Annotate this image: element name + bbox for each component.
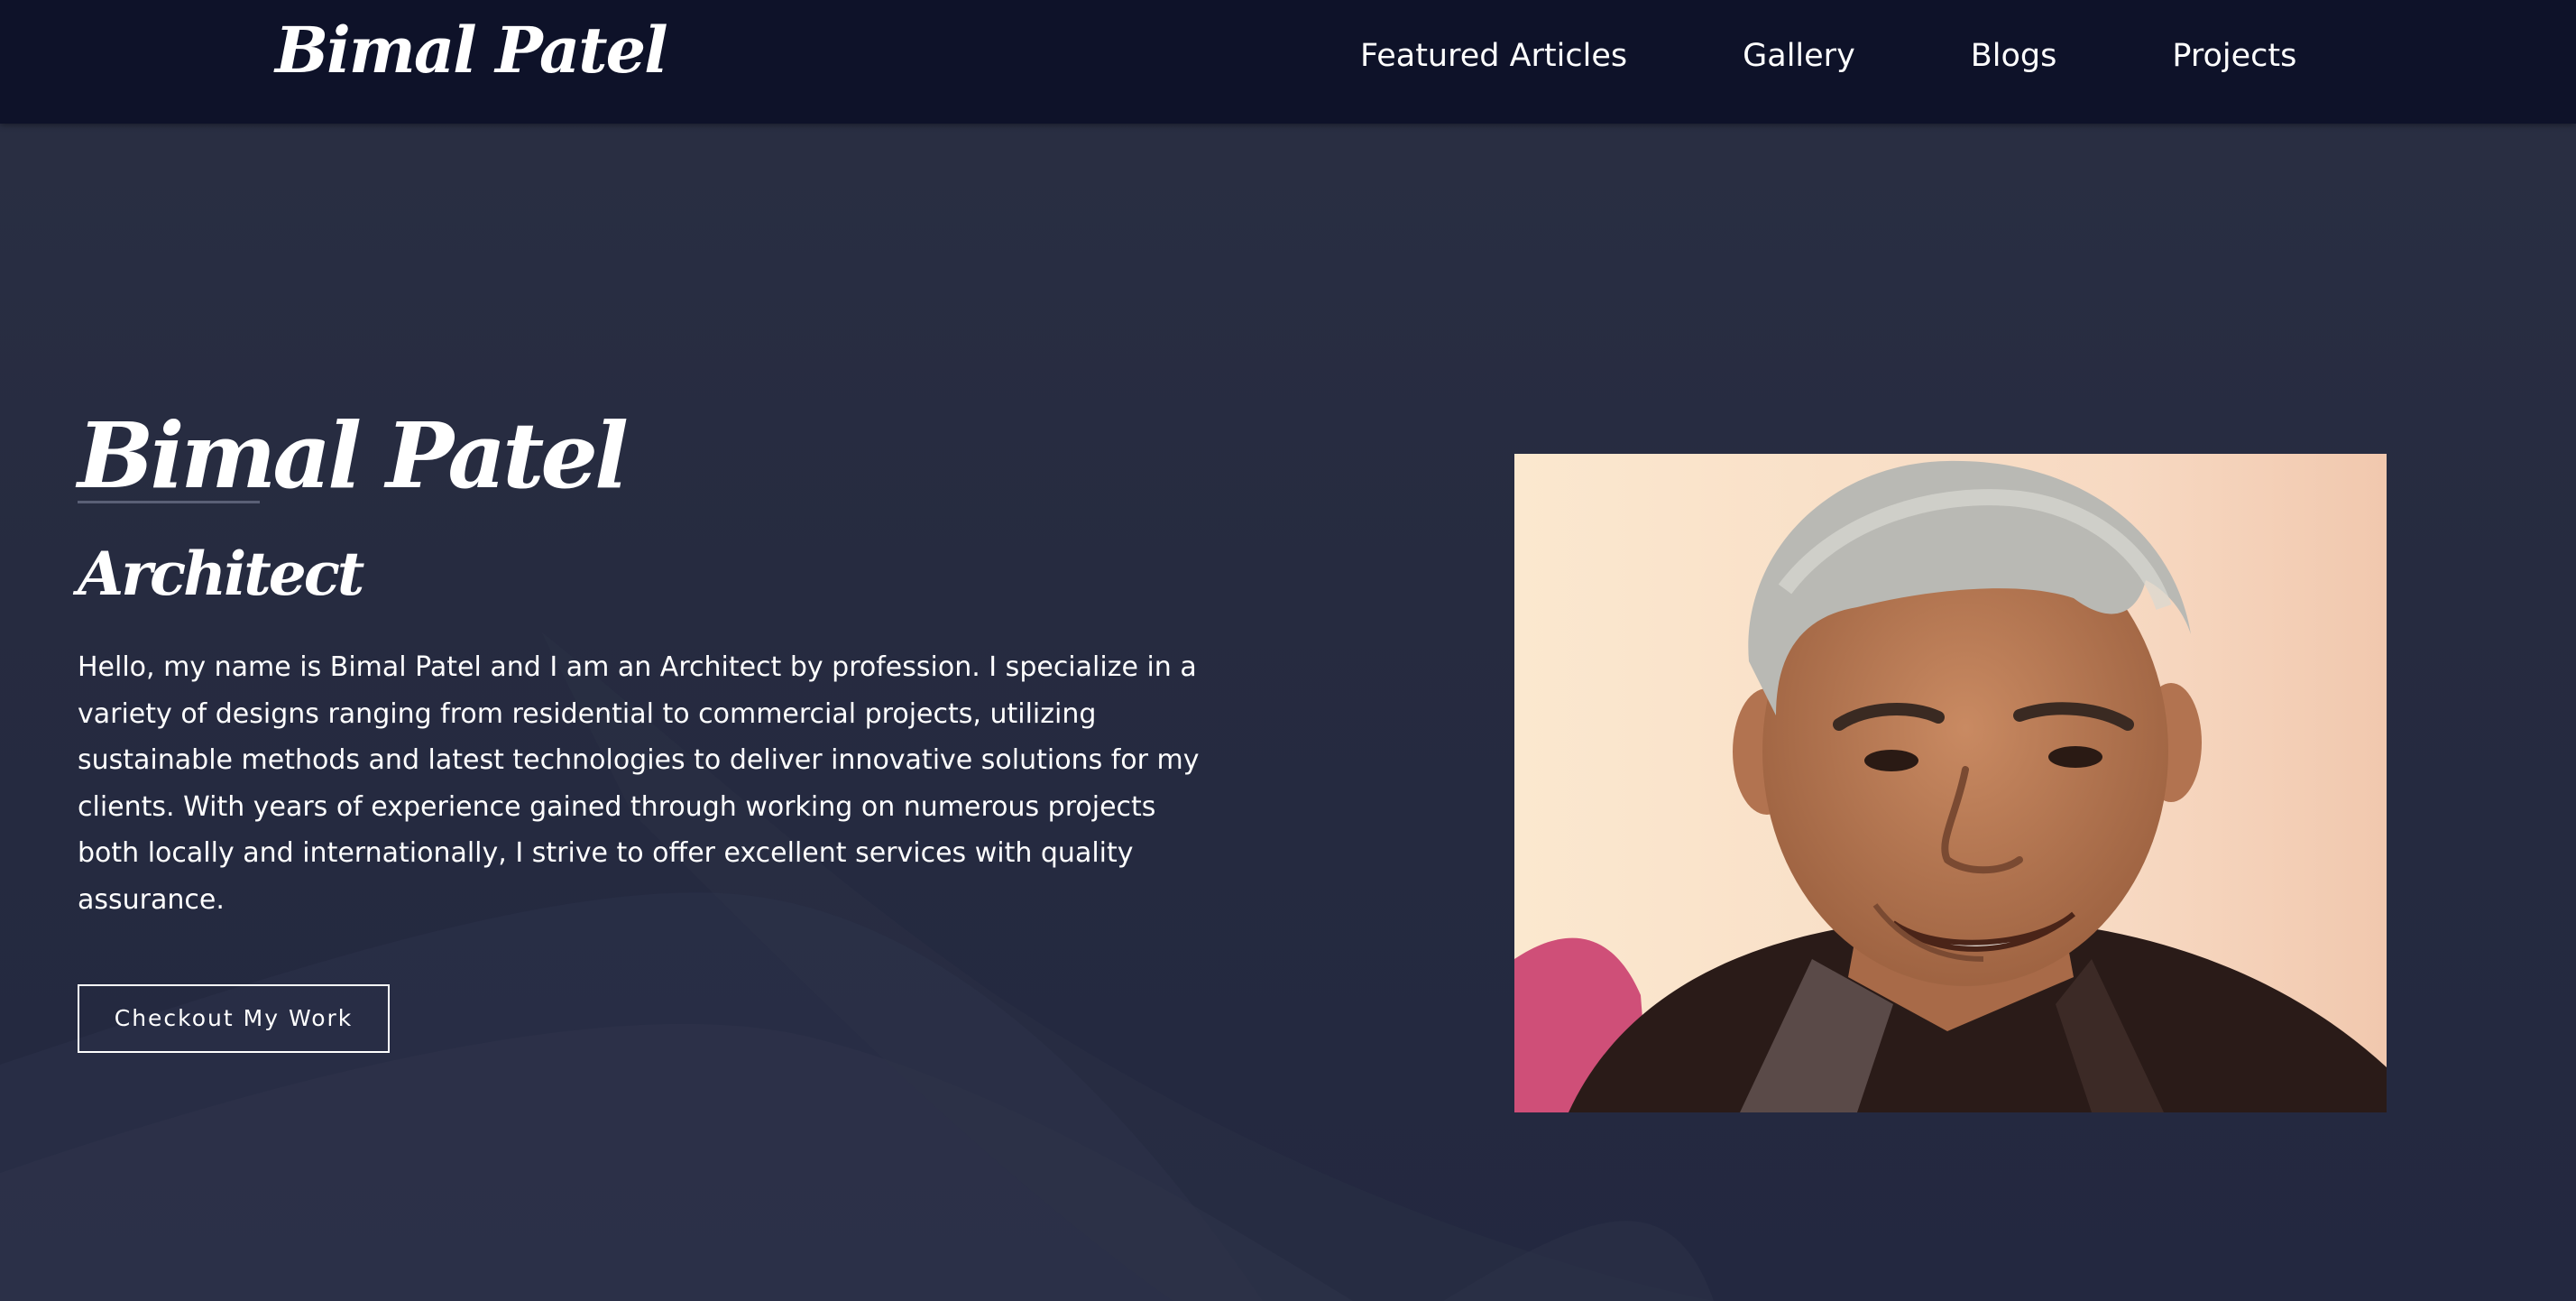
nav-link-projects[interactable]: Projects [2172,38,2296,74]
brand-logo[interactable]: Bimal Patel [275,13,668,88]
page: Bimal Patel Featured Articles Gallery Bl… [0,0,2576,1301]
hero-intro: Bimal Patel Architect Hello, my name is … [78,401,1250,1053]
hero-subtitle: Architect [78,539,364,609]
portrait-illustration [1514,454,2387,1112]
nav-link-gallery[interactable]: Gallery [1743,38,1855,74]
navbar: Bimal Patel Featured Articles Gallery Bl… [0,0,2576,124]
hero-title: Bimal Patel [78,402,629,509]
checkout-my-work-button[interactable]: Checkout My Work [78,984,390,1053]
nav-link-featured-articles[interactable]: Featured Articles [1360,38,1627,74]
portrait-photo [1514,454,2387,1112]
nav-links: Featured Articles Gallery Blogs Projects [1360,38,2296,74]
nav-link-blogs[interactable]: Blogs [1971,38,2057,74]
hero-bio: Hello, my name is Bimal Patel and I am a… [78,651,1200,916]
